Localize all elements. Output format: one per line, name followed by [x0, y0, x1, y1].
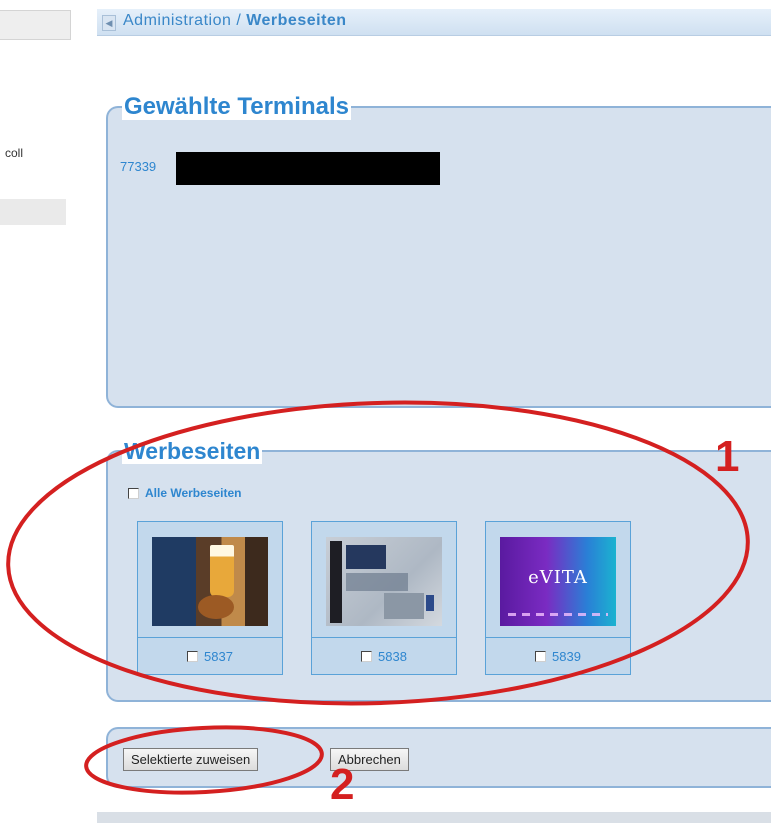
annotation-number-2: 2: [330, 760, 355, 809]
annotation-circle-2: [84, 725, 324, 795]
annotation-circle-1: [6, 400, 750, 706]
annotation-number-1: 1: [715, 432, 740, 481]
annotation-overlay: [6, 400, 750, 795]
